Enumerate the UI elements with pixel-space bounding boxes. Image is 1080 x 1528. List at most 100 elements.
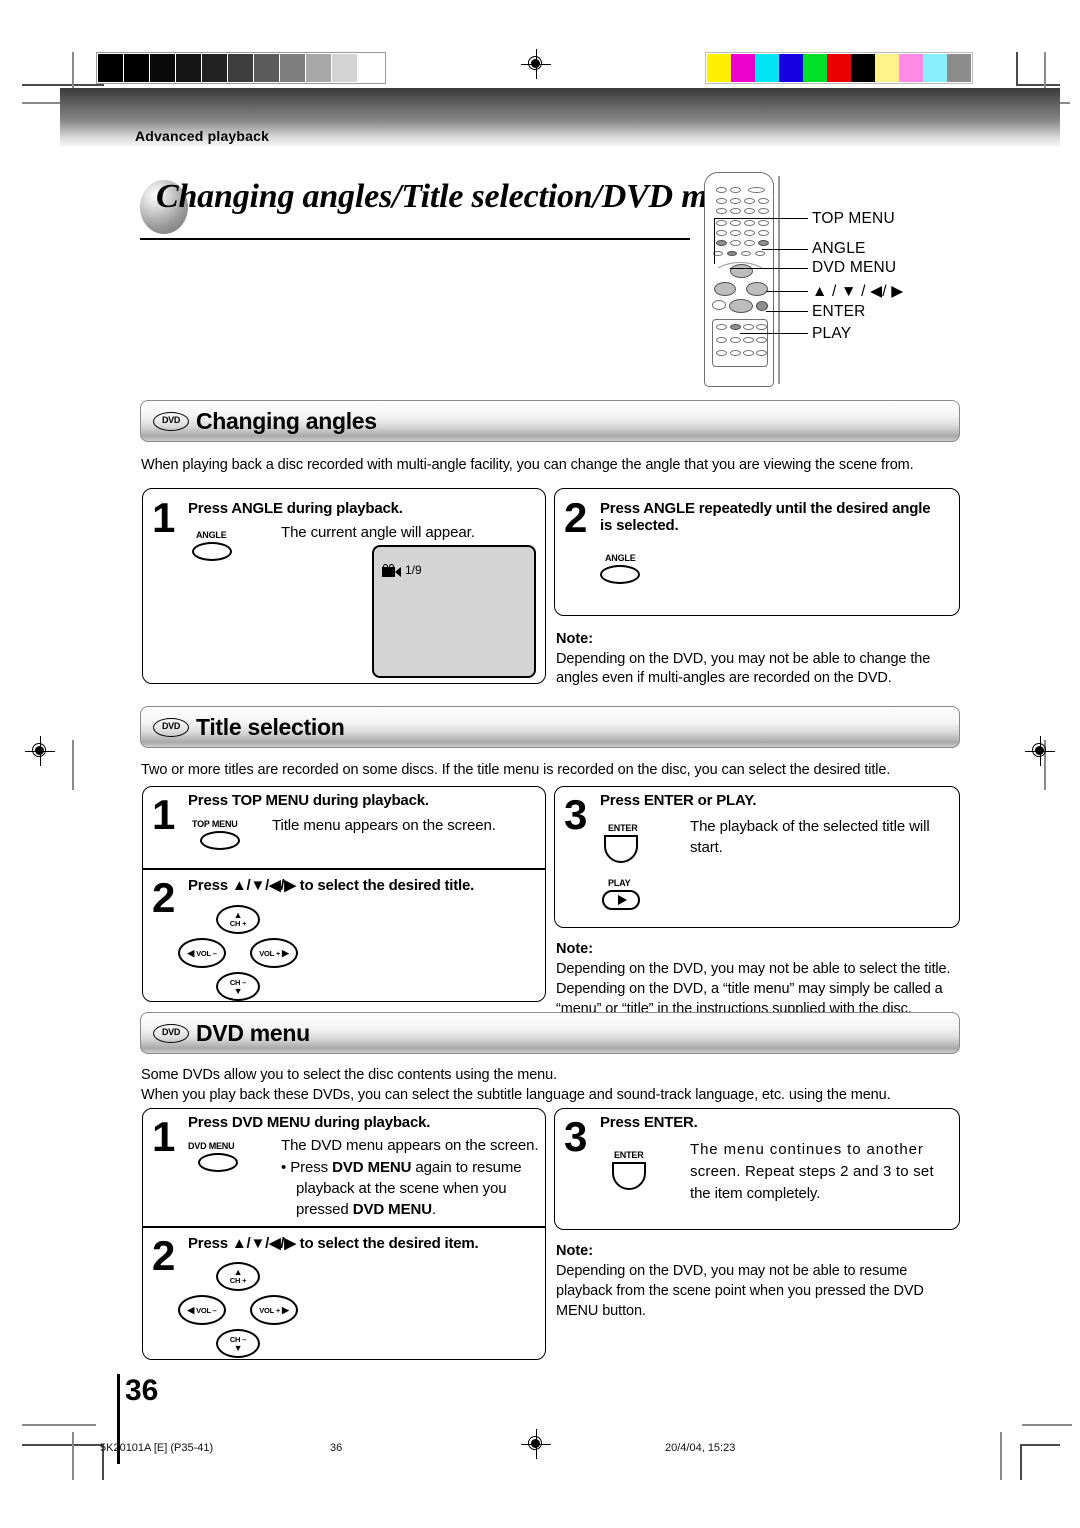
remote-button (756, 337, 767, 343)
remote-button-dvd-menu (727, 251, 737, 256)
callout-top-menu: TOP MENU (812, 210, 895, 227)
bullet-mark-icon: • (281, 1159, 287, 1176)
remote-button (730, 337, 741, 343)
grayscale-patch (98, 54, 124, 82)
section-header-title-selection: DVD Title selection (140, 706, 960, 748)
step-body-line1: The menu continues to another (690, 1141, 924, 1158)
crop-mark-bottom-right-thin (1022, 1424, 1072, 1426)
remote-button (758, 220, 769, 226)
dpad-left-button: ◀ VOL – (178, 938, 226, 968)
step-body: The current angle will appear. (281, 524, 475, 541)
remote-button (716, 198, 727, 204)
callout-enter: ENTER (812, 303, 866, 320)
registration-mark-left (25, 736, 55, 766)
step-number: 1 (152, 494, 175, 541)
note-line2: Depending on the DVD, a “title menu” may… (556, 981, 943, 997)
remote-button (744, 220, 755, 226)
remote-dpad-down (729, 299, 753, 313)
grayscale-patch (150, 54, 176, 82)
remote-dpad-right (746, 282, 768, 296)
dvd-badge-icon: DVD (153, 1023, 189, 1043)
callout-arrow-keys: ▲ / ▼ / ◀/ ▶ (812, 283, 904, 300)
key-label-angle: ANGLE (196, 530, 227, 540)
remote-button (744, 230, 755, 236)
remote-button (748, 187, 765, 193)
remote-control-illustration (700, 172, 786, 387)
color-patch (947, 54, 971, 82)
section-intro-dvd-menu-1: Some DVDs allow you to select the disc c… (141, 1067, 558, 1083)
crop-mark-top-left-h (22, 84, 104, 86)
callout-leader-top-menu-v (714, 218, 716, 264)
section-label: Advanced playback (135, 128, 270, 144)
remote-button (716, 208, 727, 214)
remote-button (730, 208, 741, 214)
dvd-menu-key-icon (198, 1153, 238, 1172)
grayscale-patch (358, 54, 384, 82)
note-line1: Depending on the DVD, you may not be abl… (556, 961, 951, 977)
remote-button (743, 324, 754, 330)
remote-button (730, 220, 741, 226)
remote-button (743, 337, 754, 343)
remote-button (741, 251, 751, 256)
note-heading: Note: (556, 631, 594, 647)
step-heading-arrows: Press ▲/▼/◀/▶ to select the desired item… (188, 1234, 479, 1252)
step-divider-title (142, 868, 546, 870)
section-intro-title-selection: Two or more titles are recorded on some … (141, 762, 891, 778)
crop-mark-bottom-left-h (22, 1444, 104, 1446)
grayscale-patch (176, 54, 202, 82)
grayscale-patch (306, 54, 332, 82)
step-heading-arrows: Press ▲/▼/◀/▶ to select the desired titl… (188, 876, 474, 894)
remote-dpad-left (714, 282, 736, 296)
callout-leader-enter (766, 311, 808, 313)
bullet-text-part1: Press (290, 1159, 333, 1176)
step-heading: Press ENTER or PLAY. (600, 792, 757, 809)
step-heading-prefix: Press (188, 877, 232, 894)
section-title: DVD menu (196, 1019, 310, 1046)
remote-button (712, 300, 726, 310)
color-patch (731, 54, 755, 82)
remote-button (716, 187, 727, 193)
dpad-up-label: CH + (229, 919, 247, 928)
dpad-right-button: VOL + ▶ (250, 1295, 298, 1325)
step-number: 1 (152, 1113, 175, 1160)
crop-mark-bottom-right-v (1020, 1444, 1022, 1480)
dpad-left-button: ◀ VOL – (178, 1295, 226, 1325)
grayscale-step-wedge (96, 52, 386, 84)
callout-dvd-menu: DVD MENU (812, 259, 897, 276)
step-bullet: • Press DVD MENU again to resume (281, 1157, 543, 1178)
step-number: 3 (564, 1113, 587, 1160)
dpad-right-label: VOL + (259, 1305, 280, 1315)
dpad-down-button: CH – ▼ (216, 972, 260, 1001)
remote-button (730, 187, 741, 193)
step-heading-suffix: to select the desired item. (295, 1235, 479, 1252)
step-bullet-line2: playback at the scene when you (296, 1180, 507, 1197)
callout-angle: ANGLE (812, 240, 866, 257)
note-line2: playback from the scene point when you p… (556, 1283, 924, 1299)
arrow-glyphs-icon: ▲/▼/◀/▶ (231, 1235, 296, 1252)
step-number: 2 (152, 874, 175, 921)
remote-button (756, 324, 767, 330)
callout-play: PLAY (812, 325, 852, 342)
remote-button (758, 208, 769, 214)
grayscale-patch (254, 54, 280, 82)
remote-button (716, 350, 727, 356)
step-heading-line1: Press ANGLE repeatedly until the desired… (600, 500, 931, 517)
color-patch (851, 54, 875, 82)
color-patch (923, 54, 947, 82)
remote-button-highlighted (716, 240, 727, 246)
key-label-dvd-menu: DVD MENU (188, 1141, 235, 1151)
remote-button (716, 230, 727, 236)
step-number: 2 (152, 1232, 175, 1279)
color-patch (875, 54, 899, 82)
color-patch (707, 54, 731, 82)
crop-mark-bottom-right-h (1020, 1444, 1060, 1446)
note-heading: Note: (556, 1243, 594, 1259)
key-label-play: PLAY (608, 878, 631, 888)
remote-button-enter (756, 301, 768, 311)
up-arrow-icon: ▲ (233, 910, 243, 920)
step-body-line1: The playback of the selected title will (690, 818, 930, 835)
crop-mark-left-edge (72, 740, 74, 790)
grayscale-patch (124, 54, 150, 82)
play-key-icon (602, 890, 640, 910)
section-intro-dvd-menu-2: When you play back these DVDs, you can s… (141, 1087, 891, 1103)
